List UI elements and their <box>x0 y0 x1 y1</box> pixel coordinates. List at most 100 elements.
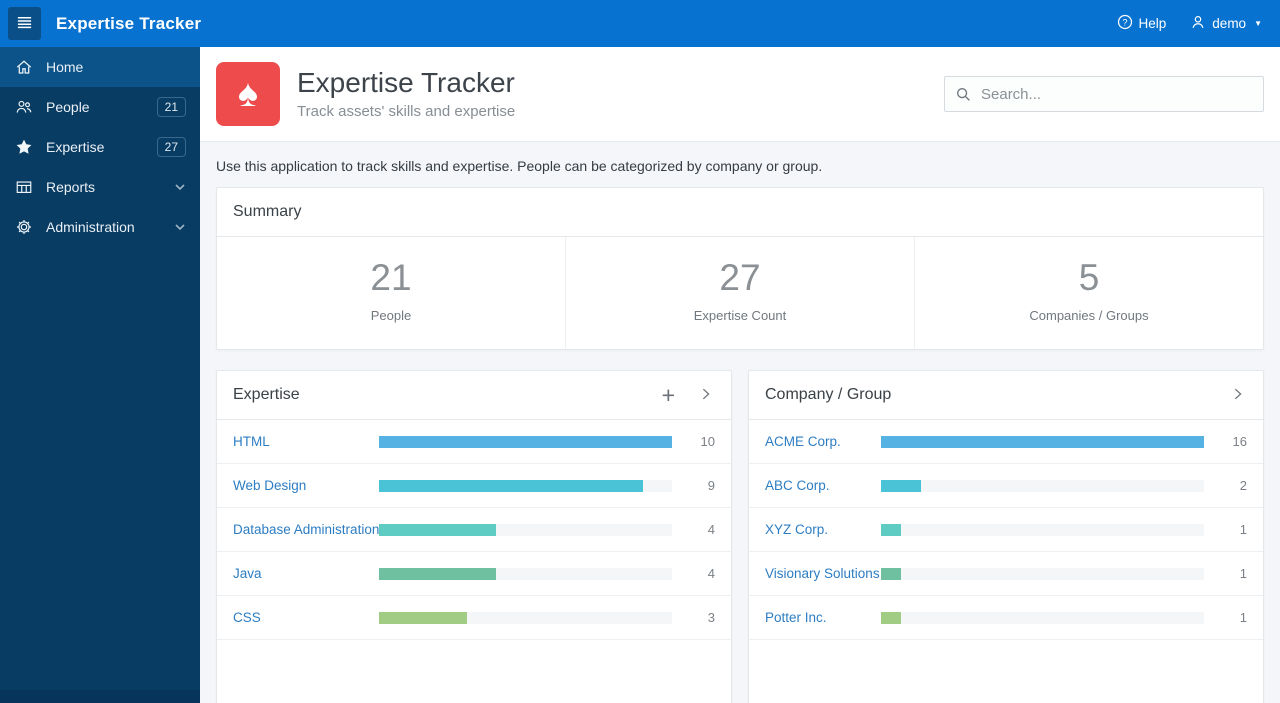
title-block: Expertise Tracker Track assets' skills a… <box>297 67 515 120</box>
sidebar-item-expertise[interactable]: Expertise 27 <box>0 127 200 167</box>
sidebar-item-label: People <box>46 99 90 115</box>
dashboard-cards: Expertise + HTML 10 Web Design 9 Databas… <box>216 370 1264 703</box>
bar-fill <box>881 611 902 624</box>
sidebar-item-label: Home <box>46 59 84 75</box>
top-nav-bar: Expertise Tracker ? Help demo ▼ <box>0 0 1280 47</box>
gear-icon <box>14 218 34 236</box>
svg-text:?: ? <box>1122 17 1127 27</box>
sidebar-item-label: Reports <box>46 179 96 195</box>
page-title: Expertise Tracker <box>297 67 515 99</box>
summary-card: Summary 21 People 27 Expertise Count 5 C… <box>216 187 1264 350</box>
row-link[interactable]: ABC Corp. <box>765 478 881 493</box>
hamburger-icon <box>16 14 33 34</box>
company-card: Company / Group ACME Corp. 16 ABC Corp. … <box>748 370 1264 703</box>
page-body: Use this application to track skills and… <box>200 142 1280 703</box>
bar-track <box>379 435 672 448</box>
stat-value: 21 <box>370 257 412 298</box>
bar-fill <box>379 479 643 492</box>
row-link[interactable]: CSS <box>233 610 379 625</box>
row-link[interactable]: Web Design <box>233 478 379 493</box>
bar-row: Visionary Solutions 1 <box>749 552 1263 596</box>
row-link[interactable]: Potter Inc. <box>765 610 881 625</box>
bar-track <box>881 611 1204 624</box>
bar-track <box>881 479 1204 492</box>
add-button[interactable]: + <box>660 382 677 409</box>
bar-track <box>881 567 1204 580</box>
summary-stats: 21 People 27 Expertise Count 5 Companies… <box>217 237 1263 349</box>
row-link[interactable]: XYZ Corp. <box>765 522 881 537</box>
star-icon <box>14 138 34 156</box>
bar-row: Database Administration 4 <box>217 508 731 552</box>
summary-stat: 21 People <box>217 237 566 349</box>
summary-stat: 27 Expertise Count <box>566 237 915 349</box>
bar-track <box>379 611 672 624</box>
app-logo-spade-icon: ♠ <box>216 62 280 126</box>
stat-value: 27 <box>719 257 761 298</box>
sidebar-item-administration[interactable]: Administration <box>0 207 200 247</box>
topbar-actions: ? Help demo ▼ <box>1117 14 1280 33</box>
bar-row: Web Design 9 <box>217 464 731 508</box>
sidebar-item-reports[interactable]: Reports <box>0 167 200 207</box>
bar-row: Java 4 <box>217 552 731 596</box>
help-link[interactable]: ? Help <box>1117 14 1167 33</box>
summary-title: Summary <box>233 203 302 220</box>
bar-row: XYZ Corp. 1 <box>749 508 1263 552</box>
row-link[interactable]: Database Administration <box>233 522 379 537</box>
sidebar-footer <box>0 690 200 703</box>
help-icon: ? <box>1117 14 1133 33</box>
stat-label: Companies / Groups <box>1029 308 1149 323</box>
stat-label: People <box>370 308 412 323</box>
bar-fill <box>881 479 922 492</box>
card-title: Company / Group <box>765 386 892 403</box>
bar-row: Potter Inc. 1 <box>749 596 1263 640</box>
bar-row: ACME Corp. 16 <box>749 420 1263 464</box>
chevron-down-icon <box>174 181 186 193</box>
card-actions <box>1229 385 1247 406</box>
people-icon <box>14 98 34 116</box>
card-header: Expertise + <box>217 371 731 420</box>
search-box <box>944 76 1264 112</box>
sidebar-item-label: Expertise <box>46 139 105 155</box>
sidebar-item-people[interactable]: People 21 <box>0 87 200 127</box>
sidebar-menu: Home People 21 Expertise 27 Reports Admi… <box>0 47 200 247</box>
bar-fill <box>379 523 497 536</box>
stat-value: 5 <box>1078 257 1100 298</box>
bar-value: 9 <box>707 478 715 493</box>
main-content: ♠ Expertise Tracker Track assets' skills… <box>200 47 1280 703</box>
bar-track <box>881 435 1204 448</box>
card-rows: ACME Corp. 16 ABC Corp. 2 XYZ Corp. 1 Vi… <box>749 420 1263 640</box>
caret-down-icon: ▼ <box>1254 19 1262 28</box>
user-menu[interactable]: demo ▼ <box>1190 14 1262 33</box>
bar-track <box>881 523 1204 536</box>
bar-row: HTML 10 <box>217 420 731 464</box>
stat-label: Expertise Count <box>693 308 787 323</box>
row-link[interactable]: Visionary Solutions <box>765 566 881 581</box>
bar-track <box>379 479 672 492</box>
search-input[interactable] <box>979 84 1253 104</box>
bar-row: ABC Corp. 2 <box>749 464 1263 508</box>
bar-fill <box>379 567 497 580</box>
count-badge: 21 <box>156 96 186 118</box>
reports-icon <box>14 178 34 196</box>
open-report-button[interactable] <box>1229 385 1247 406</box>
chevron-right-icon <box>1231 387 1245 404</box>
row-link[interactable]: HTML <box>233 434 379 449</box>
summary-card-header: Summary <box>217 188 1263 237</box>
expertise-card: Expertise + HTML 10 Web Design 9 Databas… <box>216 370 732 703</box>
open-report-button[interactable] <box>697 385 715 406</box>
bar-track <box>379 567 672 580</box>
chevron-down-icon <box>174 221 186 233</box>
intro-text: Use this application to track skills and… <box>216 158 823 174</box>
home-icon <box>14 58 34 76</box>
bar-value: 4 <box>707 522 715 537</box>
help-label: Help <box>1138 16 1167 31</box>
bar-fill <box>379 611 467 624</box>
app-title: Expertise Tracker <box>56 13 202 33</box>
card-actions: + <box>660 382 715 409</box>
sidebar-item-home[interactable]: Home <box>0 47 200 87</box>
row-link[interactable]: ACME Corp. <box>765 434 881 449</box>
bar-fill <box>881 523 902 536</box>
row-link[interactable]: Java <box>233 566 379 581</box>
bar-value: 16 <box>1232 434 1247 449</box>
menu-toggle-button[interactable] <box>8 7 41 40</box>
